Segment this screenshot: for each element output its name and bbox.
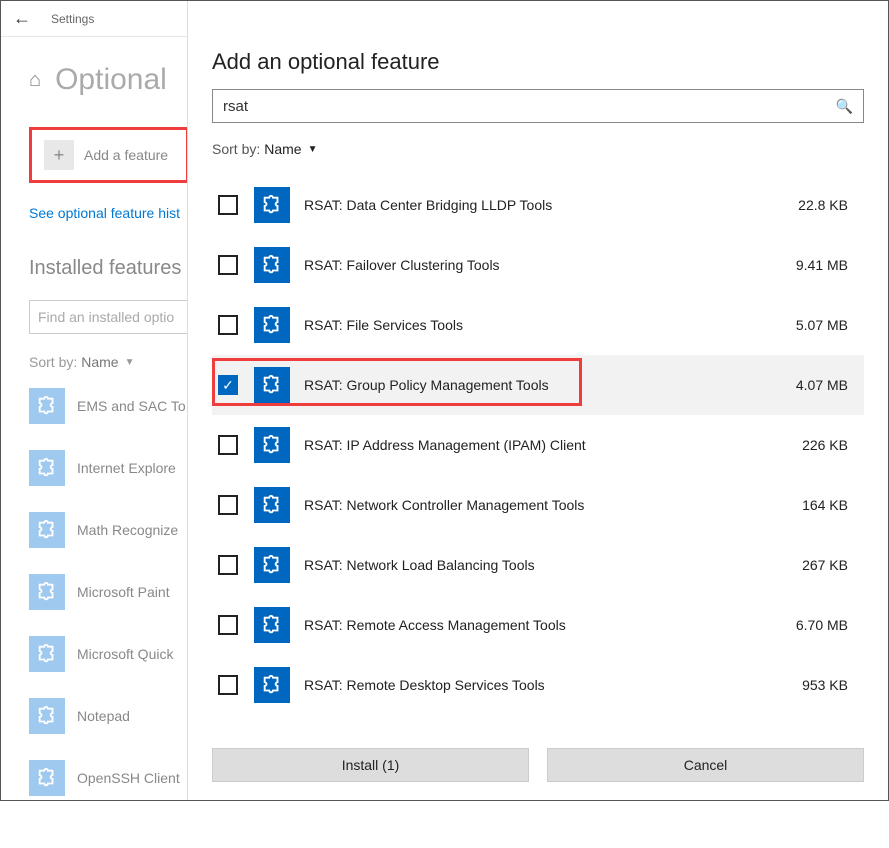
- feature-size: 267 KB: [802, 557, 848, 573]
- feature-size: 953 KB: [802, 677, 848, 693]
- feature-row[interactable]: ✓ RSAT: Group Policy Management Tools4.07…: [212, 355, 864, 415]
- installed-item-label: Microsoft Paint: [77, 584, 170, 600]
- feature-search-input[interactable]: [223, 98, 836, 115]
- installed-item-label: OpenSSH Client: [77, 770, 180, 786]
- puzzle-icon: [254, 547, 290, 583]
- installed-search-placeholder: Find an installed optio: [38, 309, 174, 325]
- app-title: Settings: [51, 12, 94, 26]
- feature-search[interactable]: 🔍: [212, 89, 864, 123]
- feature-checkbox[interactable]: [218, 495, 238, 515]
- chevron-down-icon: ▼: [125, 357, 135, 368]
- puzzle-icon: [254, 247, 290, 283]
- sort-value: Name: [81, 354, 118, 370]
- feature-size: 164 KB: [802, 497, 848, 513]
- feature-size: 226 KB: [802, 437, 848, 453]
- feature-row[interactable]: RSAT: IP Address Management (IPAM) Clien…: [212, 415, 864, 475]
- puzzle-icon: [254, 667, 290, 703]
- feature-name: RSAT: Network Load Balancing Tools: [304, 557, 802, 573]
- feature-row[interactable]: RSAT: Remote Desktop Services Tools953 K…: [212, 655, 864, 715]
- feature-size: 4.07 MB: [796, 377, 848, 393]
- panel-title: Add an optional feature: [212, 49, 864, 75]
- plus-icon: +: [44, 140, 74, 170]
- chevron-down-icon: ▼: [308, 144, 318, 155]
- feature-name: RSAT: Data Center Bridging LLDP Tools: [304, 197, 798, 213]
- sort-label: Sort by:: [212, 141, 260, 157]
- puzzle-icon: [29, 698, 65, 734]
- puzzle-icon: [29, 512, 65, 548]
- page-title: Optional: [55, 63, 167, 97]
- feature-checkbox[interactable]: [218, 195, 238, 215]
- feature-row[interactable]: RSAT: Remote Access Management Tools6.70…: [212, 595, 864, 655]
- panel-sort[interactable]: Sort by: Name ▼: [212, 141, 864, 157]
- installed-item-label: Notepad: [77, 708, 130, 724]
- back-button[interactable]: ←: [13, 8, 31, 29]
- puzzle-icon: [254, 367, 290, 403]
- puzzle-icon: [29, 636, 65, 672]
- feature-row[interactable]: RSAT: File Services Tools5.07 MB: [212, 295, 864, 355]
- installed-item-label: EMS and SAC To: [77, 398, 186, 414]
- puzzle-icon: [29, 760, 65, 796]
- add-feature-button[interactable]: + Add a feature: [29, 127, 189, 183]
- feature-checkbox[interactable]: [218, 435, 238, 455]
- installed-item-label: Math Recognize: [77, 522, 178, 538]
- feature-size: 9.41 MB: [796, 257, 848, 273]
- puzzle-icon: [254, 307, 290, 343]
- installed-item-label: Internet Explore: [77, 460, 176, 476]
- sort-label: Sort by:: [29, 354, 77, 370]
- puzzle-icon: [254, 187, 290, 223]
- feature-name: RSAT: Group Policy Management Tools: [304, 377, 796, 393]
- home-icon[interactable]: ⌂: [29, 69, 41, 92]
- puzzle-icon: [254, 487, 290, 523]
- sort-value: Name: [264, 141, 301, 157]
- feature-row[interactable]: RSAT: Failover Clustering Tools9.41 MB: [212, 235, 864, 295]
- feature-list: RSAT: Data Center Bridging LLDP Tools22.…: [212, 175, 864, 732]
- feature-row[interactable]: RSAT: Data Center Bridging LLDP Tools22.…: [212, 175, 864, 235]
- installed-item-label: Microsoft Quick: [77, 646, 173, 662]
- feature-checkbox[interactable]: [218, 555, 238, 575]
- feature-checkbox[interactable]: [218, 615, 238, 635]
- feature-name: RSAT: Remote Access Management Tools: [304, 617, 796, 633]
- search-icon: 🔍: [836, 98, 853, 115]
- cancel-button[interactable]: Cancel: [547, 748, 864, 782]
- installed-search-input[interactable]: Find an installed optio: [29, 300, 189, 334]
- feature-name: RSAT: Network Controller Management Tool…: [304, 497, 802, 513]
- puzzle-icon: [29, 388, 65, 424]
- puzzle-icon: [254, 427, 290, 463]
- add-feature-panel: Add an optional feature 🔍 Sort by: Name …: [187, 1, 888, 800]
- feature-checkbox[interactable]: ✓: [218, 375, 238, 395]
- feature-size: 6.70 MB: [796, 617, 848, 633]
- install-button[interactable]: Install (1): [212, 748, 529, 782]
- add-feature-label: Add a feature: [84, 147, 168, 163]
- panel-footer: Install (1) Cancel: [212, 732, 864, 782]
- feature-row[interactable]: RSAT: Network Controller Management Tool…: [212, 475, 864, 535]
- feature-name: RSAT: IP Address Management (IPAM) Clien…: [304, 437, 802, 453]
- feature-checkbox[interactable]: [218, 315, 238, 335]
- feature-name: RSAT: File Services Tools: [304, 317, 796, 333]
- puzzle-icon: [29, 450, 65, 486]
- feature-size: 5.07 MB: [796, 317, 848, 333]
- feature-row[interactable]: RSAT: Network Load Balancing Tools267 KB: [212, 535, 864, 595]
- feature-checkbox[interactable]: [218, 675, 238, 695]
- feature-name: RSAT: Remote Desktop Services Tools: [304, 677, 802, 693]
- puzzle-icon: [29, 574, 65, 610]
- puzzle-icon: [254, 607, 290, 643]
- feature-size: 22.8 KB: [798, 197, 848, 213]
- feature-name: RSAT: Failover Clustering Tools: [304, 257, 796, 273]
- feature-checkbox[interactable]: [218, 255, 238, 275]
